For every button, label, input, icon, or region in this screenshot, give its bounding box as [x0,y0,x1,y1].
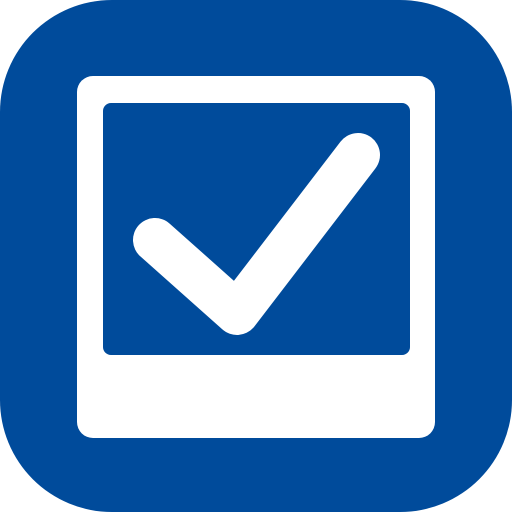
app-icon-graphic [0,0,512,512]
app-icon[interactable] [0,0,512,512]
